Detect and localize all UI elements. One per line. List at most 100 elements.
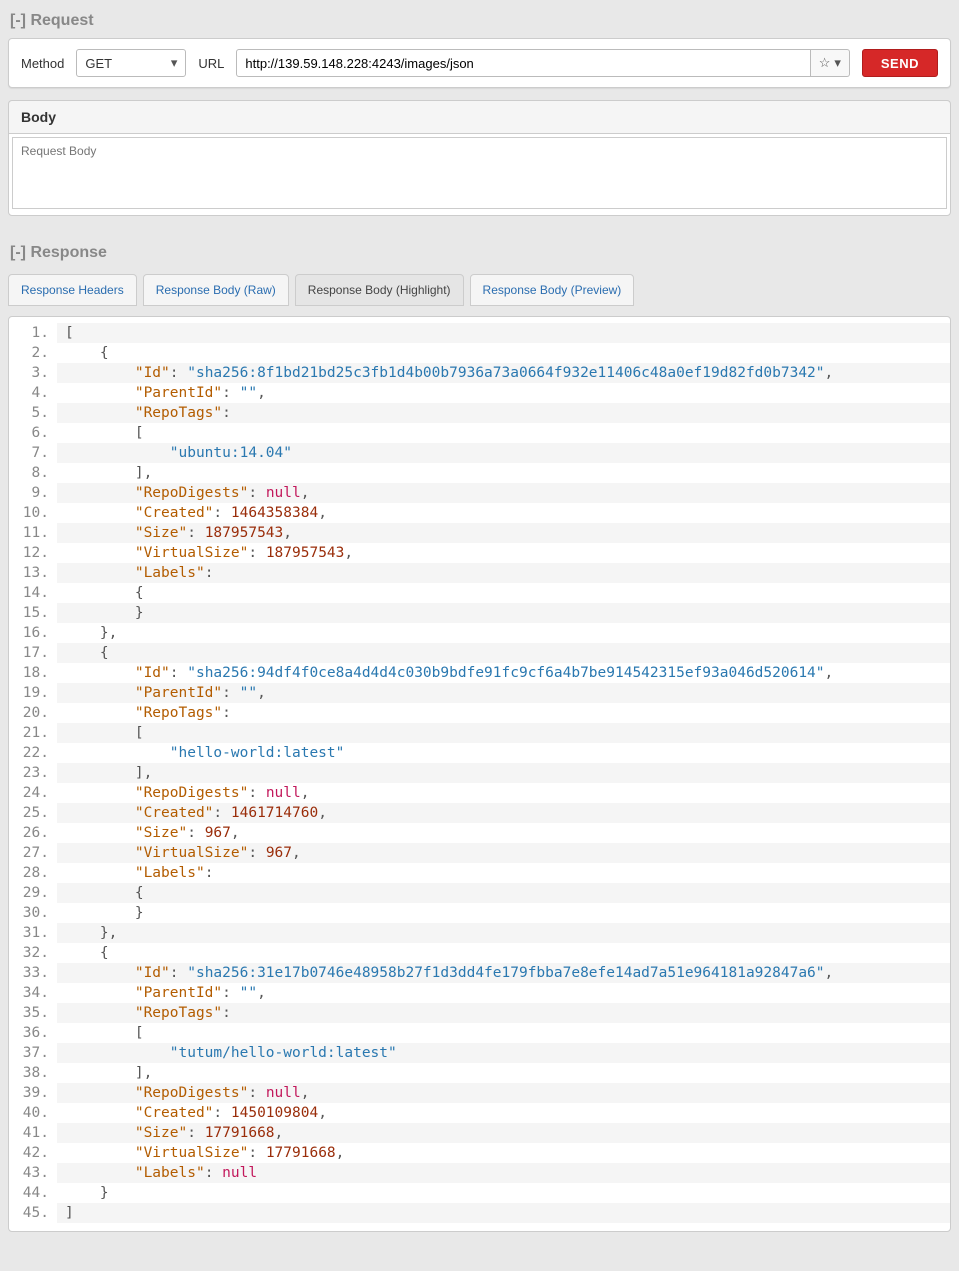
code-content: "Id": "sha256:94df4f0ce8a4d4d4c030b9bdfe… [57, 663, 950, 683]
code-line: 42 "VirtualSize": 17791668, [9, 1143, 950, 1163]
code-content: [ [57, 423, 950, 443]
code-line: 40 "Created": 1450109804, [9, 1103, 950, 1123]
code-content: "Id": "sha256:8f1bd21bd25c3fb1d4b00b7936… [57, 363, 950, 383]
line-number: 1 [9, 323, 57, 343]
response-tabs: Response Headers Response Body (Raw) Res… [8, 274, 951, 306]
code-line: 39 "RepoDigests": null, [9, 1083, 950, 1103]
line-number: 31 [9, 923, 57, 943]
url-input[interactable] [236, 49, 810, 77]
collapse-toggle-icon[interactable]: [-] [10, 12, 26, 29]
code-line: 27 "VirtualSize": 967, [9, 843, 950, 863]
code-line: 26 "Size": 967, [9, 823, 950, 843]
line-number: 21 [9, 723, 57, 743]
code-content: { [57, 943, 950, 963]
code-line: 3 "Id": "sha256:8f1bd21bd25c3fb1d4b00b79… [9, 363, 950, 383]
line-number: 5 [9, 403, 57, 423]
url-label: URL [198, 56, 224, 71]
tab-response-body-raw[interactable]: Response Body (Raw) [143, 274, 289, 306]
line-number: 19 [9, 683, 57, 703]
line-number: 18 [9, 663, 57, 683]
code-line: 2 { [9, 343, 950, 363]
request-body-input[interactable] [12, 137, 947, 209]
code-content: "RepoDigests": null, [57, 1083, 950, 1103]
code-content: ], [57, 763, 950, 783]
request-panel: Method GET ▾ URL ☆ ▾ SEND [8, 38, 951, 88]
code-content: "Created": 1461714760, [57, 803, 950, 823]
request-title: Request [30, 12, 93, 29]
line-number: 42 [9, 1143, 57, 1163]
tab-response-body-highlight[interactable]: Response Body (Highlight) [295, 274, 464, 306]
code-content: "Created": 1464358384, [57, 503, 950, 523]
line-number: 33 [9, 963, 57, 983]
code-line: 43 "Labels": null [9, 1163, 950, 1183]
code-line: 38 ], [9, 1063, 950, 1083]
code-line: 20 "RepoTags": [9, 703, 950, 723]
code-line: 41 "Size": 17791668, [9, 1123, 950, 1143]
code-content: }, [57, 923, 950, 943]
line-number: 11 [9, 523, 57, 543]
line-number: 39 [9, 1083, 57, 1103]
line-number: 12 [9, 543, 57, 563]
code-line: 12 "VirtualSize": 187957543, [9, 543, 950, 563]
line-number: 4 [9, 383, 57, 403]
code-content: "ubuntu:14.04" [57, 443, 950, 463]
code-line: 37 "tutum/hello-world:latest" [9, 1043, 950, 1063]
tab-response-headers[interactable]: Response Headers [8, 274, 137, 306]
code-line: 30 } [9, 903, 950, 923]
code-content: ] [57, 1203, 950, 1223]
code-line: 22 "hello-world:latest" [9, 743, 950, 763]
code-content: "Labels": [57, 563, 950, 583]
code-line: 8 ], [9, 463, 950, 483]
code-content: "RepoTags": [57, 703, 950, 723]
line-number: 10 [9, 503, 57, 523]
line-number: 15 [9, 603, 57, 623]
code-line: 23 ], [9, 763, 950, 783]
code-content: ], [57, 463, 950, 483]
code-content: "tutum/hello-world:latest" [57, 1043, 950, 1063]
method-select[interactable]: GET ▾ [76, 49, 186, 77]
code-line: 11 "Size": 187957543, [9, 523, 950, 543]
send-button[interactable]: SEND [862, 49, 938, 77]
line-number: 37 [9, 1043, 57, 1063]
url-favorite-dropdown[interactable]: ☆ ▾ [811, 49, 850, 77]
line-number: 13 [9, 563, 57, 583]
code-line: 6 [ [9, 423, 950, 443]
code-content: "VirtualSize": 17791668, [57, 1143, 950, 1163]
method-value: GET [85, 56, 112, 71]
line-number: 22 [9, 743, 57, 763]
code-content: "Id": "sha256:31e17b0746e48958b27f1d3dd4… [57, 963, 950, 983]
line-number: 26 [9, 823, 57, 843]
chevron-down-icon: ▾ [171, 55, 178, 71]
chevron-down-icon: ▾ [834, 55, 841, 71]
code-line: 4 "ParentId": "", [9, 383, 950, 403]
line-number: 16 [9, 623, 57, 643]
star-icon: ☆ [819, 55, 831, 71]
code-content: { [57, 343, 950, 363]
method-label: Method [21, 56, 64, 71]
line-number: 25 [9, 803, 57, 823]
code-content: "ParentId": "", [57, 983, 950, 1003]
line-number: 24 [9, 783, 57, 803]
code-line: 17 { [9, 643, 950, 663]
request-body-panel: Body [8, 100, 951, 216]
tab-response-body-preview[interactable]: Response Body (Preview) [470, 274, 635, 306]
collapse-toggle-icon[interactable]: [-] [10, 244, 26, 261]
line-number: 44 [9, 1183, 57, 1203]
line-number: 6 [9, 423, 57, 443]
code-line: 9 "RepoDigests": null, [9, 483, 950, 503]
line-number: 3 [9, 363, 57, 383]
code-content: "Size": 17791668, [57, 1123, 950, 1143]
code-line: 32 { [9, 943, 950, 963]
line-number: 27 [9, 843, 57, 863]
line-number: 9 [9, 483, 57, 503]
code-content: [ [57, 723, 950, 743]
code-content: "VirtualSize": 187957543, [57, 543, 950, 563]
body-section-title: Body [8, 100, 951, 133]
line-number: 28 [9, 863, 57, 883]
response-section-header[interactable]: [-] Response [8, 240, 951, 270]
code-line: 45] [9, 1203, 950, 1223]
code-content: "Size": 967, [57, 823, 950, 843]
request-section-header[interactable]: [-] Request [8, 8, 951, 38]
code-content: "Created": 1450109804, [57, 1103, 950, 1123]
line-number: 34 [9, 983, 57, 1003]
